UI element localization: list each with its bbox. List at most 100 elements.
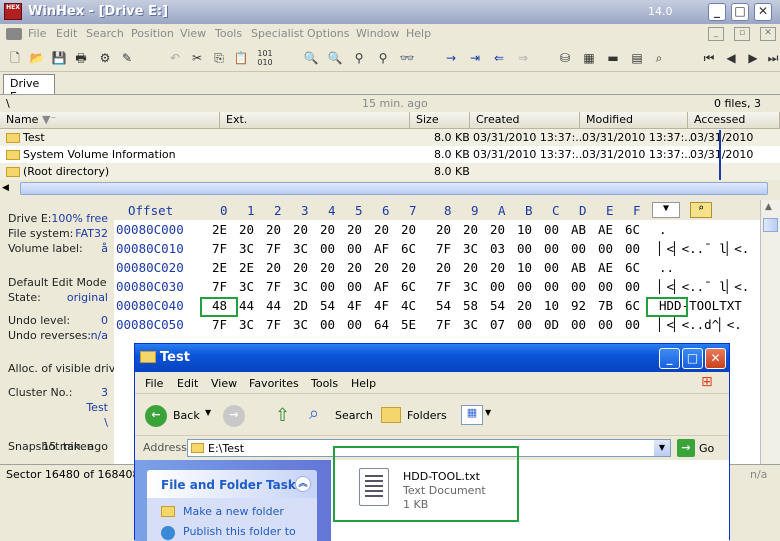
hex-byte[interactable]: 20 [401,260,416,275]
column-size[interactable]: Size [410,112,470,129]
hex-byte[interactable]: 20 [463,222,478,237]
hex-ascii[interactable]: . [659,222,742,237]
menu-search[interactable]: Search [86,27,124,40]
hex-byte[interactable]: 7F [436,241,451,256]
hex-byte[interactable]: 20 [320,260,335,275]
hex-byte[interactable]: 00 [320,279,335,294]
hex-byte[interactable]: 2D [293,298,308,313]
hex-byte[interactable]: 20 [401,222,416,237]
menu-tools[interactable]: Tools [215,27,242,40]
hex-byte[interactable]: 03 [490,241,505,256]
forward-arrow-icon[interactable]: → [223,405,245,427]
back-button[interactable]: Back [173,409,200,422]
hex-row[interactable]: 00080C000 2E 20 20 20 20 20 20 20 20 20 20 10 00 AB AE 6… [114,220,774,240]
vertical-scrollbar[interactable]: ▲ [760,200,780,464]
tab-drive-e[interactable]: Drive E: [3,74,55,103]
hex-byte[interactable]: 5E [401,317,416,332]
hex-byte[interactable]: 20 [266,222,281,237]
hex-byte[interactable]: 00 [320,241,335,256]
hex-byte[interactable]: 00 [544,260,559,275]
hex-byte[interactable]: 7F [212,241,227,256]
hex-byte[interactable]: 20 [374,222,389,237]
menu-file[interactable]: File [145,377,163,390]
hex-byte[interactable]: 2E [239,260,254,275]
hex-byte[interactable]: 44 [266,298,281,313]
hex-byte[interactable]: 7F [212,279,227,294]
folders-button[interactable]: Folders [407,409,447,422]
dir-row[interactable]: Test 8.0 KB 03/31/2010 13:37:... 03/31/2… [0,129,780,146]
hex-byte[interactable]: AB [571,222,586,237]
hex-byte[interactable]: AB [571,260,586,275]
hex-byte[interactable]: 20 [436,260,451,275]
views-dropdown-icon[interactable]: ▼ [485,408,491,417]
hex-byte[interactable]: 6C [625,298,640,313]
hex-byte[interactable]: 54 [320,298,335,313]
hex-byte[interactable]: 3C [463,279,478,294]
hex-byte[interactable]: 6C [401,279,416,294]
publish-folder-link[interactable]: Publish this folder to [183,525,296,538]
dropdown-icon[interactable]: ▼ [652,202,680,218]
hex-byte[interactable]: 7F [266,241,281,256]
search-icon[interactable]: ⌕ [650,49,668,67]
back-arrow-icon[interactable]: ← [145,405,167,427]
menu-help[interactable]: Help [351,377,376,390]
hex-ascii[interactable]: ▏<▏<..¯ l▏<. [659,279,749,294]
hex-byte[interactable]: 3C [293,279,308,294]
paste-icon[interactable]: 📋 [232,49,250,67]
menu-view[interactable]: View [180,27,206,40]
hex-byte[interactable]: 2E [212,260,227,275]
ram-icon[interactable]: ▦ [580,49,598,67]
cut-icon[interactable]: ✂ [188,49,206,67]
hex-byte[interactable]: 00 [320,317,335,332]
hex-byte[interactable]: 7F [266,317,281,332]
dir-row[interactable]: (Root directory) 8.0 KB [0,163,780,180]
new-file-icon[interactable]: 🗋 [6,49,24,67]
menu-position[interactable]: Position [131,27,174,40]
search-icon[interactable]: ⌕ [309,403,319,424]
hex-row[interactable]: 00080C050 7F 3C 7F 3C 00 00 64 5E 7F 3C 07 00 0D 00 00 0… [114,315,774,335]
minimize-icon[interactable]: _ [659,348,680,369]
up-folder-icon[interactable]: ⇧ [275,405,295,427]
binoculars-icon[interactable]: 👓 [398,49,416,67]
hex-byte[interactable]: AF [374,241,389,256]
hex-byte[interactable]: 00 [347,241,362,256]
hex-byte[interactable]: 00 [544,279,559,294]
hex-byte[interactable]: 7F [266,279,281,294]
minimize-icon[interactable]: _ [708,3,726,21]
save-icon[interactable]: 💾 [50,49,68,67]
hex-byte[interactable]: AE [598,260,613,275]
hex-byte[interactable]: 00 [571,241,586,256]
hex-byte[interactable]: 00 [517,241,532,256]
hex-byte[interactable]: 3C [463,241,478,256]
forward-icon[interactable]: ⇒ [514,49,532,67]
hex-row[interactable]: 00080C030 7F 3C 7F 3C 00 00 AF 6C 7F 3C 00 00 00 00 00 0… [114,277,774,297]
hex-byte[interactable]: 6C [625,222,640,237]
hex-byte[interactable]: 20 [490,260,505,275]
maximize-icon[interactable]: □ [731,3,749,21]
goto-offset-icon[interactable]: → [442,49,460,67]
edit-icon[interactable]: ✎ [118,49,136,67]
hex-byte[interactable]: 3C [293,317,308,332]
hex-byte[interactable]: 20 [293,260,308,275]
hex-byte[interactable]: 00 [347,317,362,332]
hex-ascii[interactable]: .. [659,260,742,275]
address-dropdown-icon[interactable]: ▼ [654,440,670,456]
hex-byte[interactable]: 20 [347,222,362,237]
hex-byte[interactable]: 00 [598,317,613,332]
hex-byte[interactable]: 07 [490,317,505,332]
hex-byte[interactable]: 0D [544,317,559,332]
hex-byte[interactable]: 00 [625,279,640,294]
hex-byte[interactable]: 20 [374,260,389,275]
mdi-restore-icon[interactable]: ▫ [734,27,750,41]
hex-byte[interactable]: 44 [239,298,254,313]
properties-icon[interactable]: ⚙ [96,49,114,67]
drive-icon[interactable]: ▬ [604,49,622,67]
open-icon[interactable]: 📂 [28,49,46,67]
hex-byte[interactable]: 64 [374,317,389,332]
hex-byte[interactable]: 20 [347,260,362,275]
hex-byte[interactable]: 20 [266,260,281,275]
hex-byte[interactable]: 00 [544,241,559,256]
hex-byte[interactable]: 00 [490,279,505,294]
find-hex-icon[interactable]: 🔍 [326,49,344,67]
hex-byte[interactable]: 54 [490,298,505,313]
